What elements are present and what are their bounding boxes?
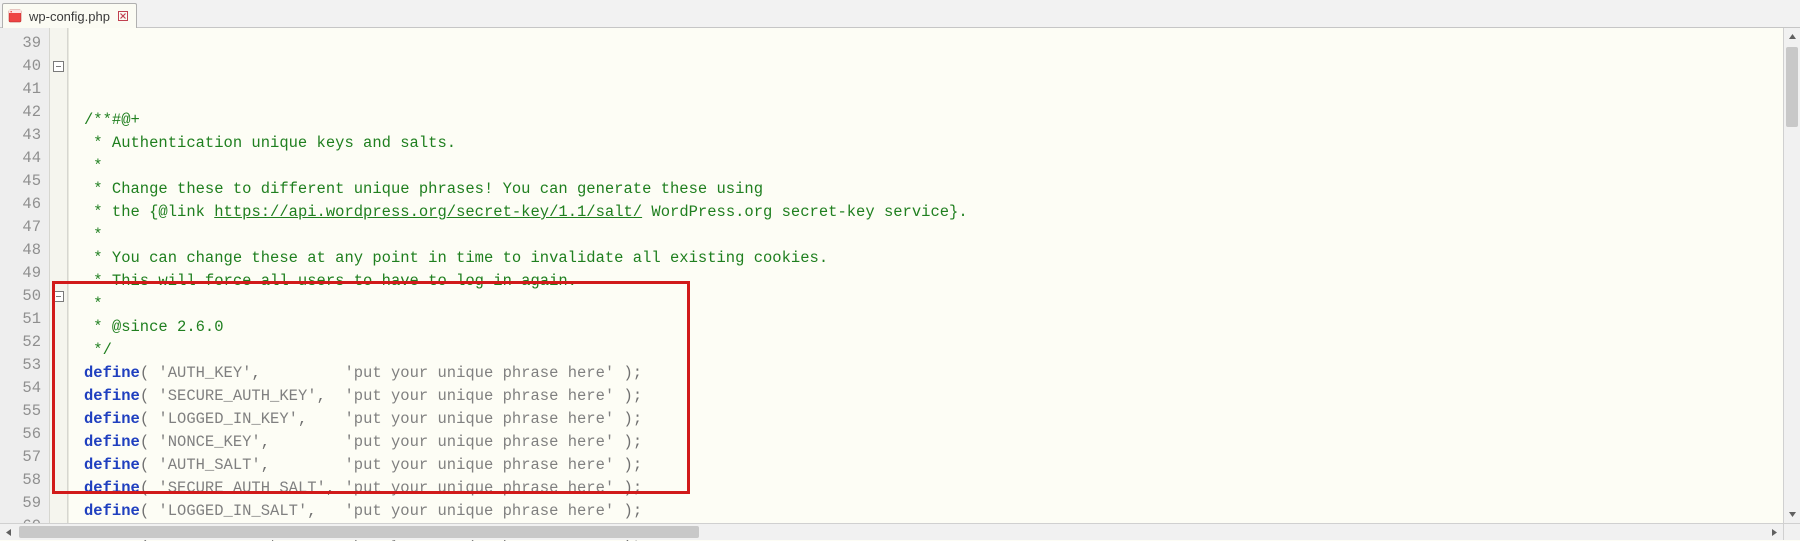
fold-cell[interactable] [50, 147, 67, 170]
fold-toggle-icon[interactable] [53, 291, 64, 302]
code-line[interactable]: * [82, 224, 1800, 247]
code-line[interactable]: /**#@+ [82, 109, 1800, 132]
code-line[interactable]: define( 'SECURE_AUTH_SALT', 'put your un… [82, 477, 1800, 500]
line-number: 54 [0, 377, 49, 400]
fold-cell[interactable] [50, 400, 67, 423]
code-line[interactable]: * [82, 293, 1800, 316]
code-line[interactable]: */ [82, 339, 1800, 362]
fold-cell[interactable] [50, 377, 67, 400]
code-line[interactable]: * Authentication unique keys and salts. [82, 132, 1800, 155]
scrollbar-corner [1783, 523, 1800, 540]
line-number: 41 [0, 78, 49, 101]
line-number: 46 [0, 193, 49, 216]
scroll-up-button[interactable] [1784, 28, 1800, 45]
code-line[interactable]: define( 'AUTH_KEY', 'put your unique phr… [82, 362, 1800, 385]
line-number: 42 [0, 101, 49, 124]
line-number: 49 [0, 262, 49, 285]
code-line[interactable]: define( 'LOGGED_IN_KEY', 'put your uniqu… [82, 408, 1800, 431]
code-line[interactable]: define( 'SECURE_AUTH_KEY', 'put your uni… [82, 385, 1800, 408]
horizontal-scroll-track[interactable] [17, 524, 1766, 540]
code-line[interactable]: * Change these to different unique phras… [82, 178, 1800, 201]
line-number: 52 [0, 331, 49, 354]
line-number: 44 [0, 147, 49, 170]
line-number: 47 [0, 216, 49, 239]
tab-strip: wp-config.php [0, 0, 1800, 28]
fold-cell[interactable] [50, 354, 67, 377]
line-number: 50 [0, 285, 49, 308]
margin-column [68, 28, 82, 540]
code-line[interactable]: * This will force all users to have to l… [82, 270, 1800, 293]
line-number-gutter: 3940414243444546474849505152535455565758… [0, 28, 50, 540]
fold-cell[interactable] [50, 285, 67, 308]
code-line[interactable]: define( 'AUTH_SALT', 'put your unique ph… [82, 454, 1800, 477]
fold-cell[interactable] [50, 216, 67, 239]
fold-cell[interactable] [50, 193, 67, 216]
fold-cell[interactable] [50, 78, 67, 101]
fold-column[interactable] [50, 28, 68, 540]
code-line[interactable]: define( 'NONCE_KEY', 'put your unique ph… [82, 431, 1800, 454]
line-number: 39 [0, 32, 49, 55]
code-area[interactable]: /**#@+ * Authentication unique keys and … [82, 28, 1800, 540]
line-number: 58 [0, 469, 49, 492]
fold-cell[interactable] [50, 423, 67, 446]
fold-cell[interactable] [50, 32, 67, 55]
fold-cell[interactable] [50, 55, 67, 78]
file-icon [7, 8, 23, 24]
line-number: 51 [0, 308, 49, 331]
vertical-scroll-thumb[interactable] [1786, 47, 1798, 127]
code-line[interactable]: define( 'LOGGED_IN_SALT', 'put your uniq… [82, 500, 1800, 523]
vertical-scrollbar[interactable] [1783, 28, 1800, 523]
line-number: 55 [0, 400, 49, 423]
code-editor[interactable]: 3940414243444546474849505152535455565758… [0, 28, 1800, 540]
code-line[interactable]: * @since 2.6.0 [82, 316, 1800, 339]
tab-label: wp-config.php [29, 9, 110, 24]
code-line[interactable]: * [82, 155, 1800, 178]
fold-cell[interactable] [50, 262, 67, 285]
line-number: 53 [0, 354, 49, 377]
fold-cell[interactable] [50, 124, 67, 147]
fold-cell[interactable] [50, 331, 67, 354]
line-number: 56 [0, 423, 49, 446]
line-number: 40 [0, 55, 49, 78]
code-line[interactable]: * You can change these at any point in t… [82, 247, 1800, 270]
line-number: 48 [0, 239, 49, 262]
fold-cell[interactable] [50, 101, 67, 124]
fold-cell[interactable] [50, 239, 67, 262]
horizontal-scrollbar[interactable] [0, 523, 1783, 540]
scroll-right-button[interactable] [1766, 524, 1783, 541]
line-number: 45 [0, 170, 49, 193]
horizontal-scroll-thumb[interactable] [19, 526, 699, 538]
fold-cell[interactable] [50, 492, 67, 515]
scroll-down-button[interactable] [1784, 506, 1800, 523]
fold-cell[interactable] [50, 469, 67, 492]
fold-cell[interactable] [50, 446, 67, 469]
line-number: 59 [0, 492, 49, 515]
vertical-scroll-track[interactable] [1784, 45, 1800, 506]
line-number: 57 [0, 446, 49, 469]
file-tab[interactable]: wp-config.php [2, 3, 137, 28]
line-number: 43 [0, 124, 49, 147]
code-line[interactable] [82, 86, 1800, 109]
fold-cell[interactable] [50, 308, 67, 331]
scroll-left-button[interactable] [0, 524, 17, 541]
code-line[interactable]: * the {@link https://api.wordpress.org/s… [82, 201, 1800, 224]
fold-toggle-icon[interactable] [53, 61, 64, 72]
fold-cell[interactable] [50, 170, 67, 193]
close-icon[interactable] [116, 9, 130, 23]
